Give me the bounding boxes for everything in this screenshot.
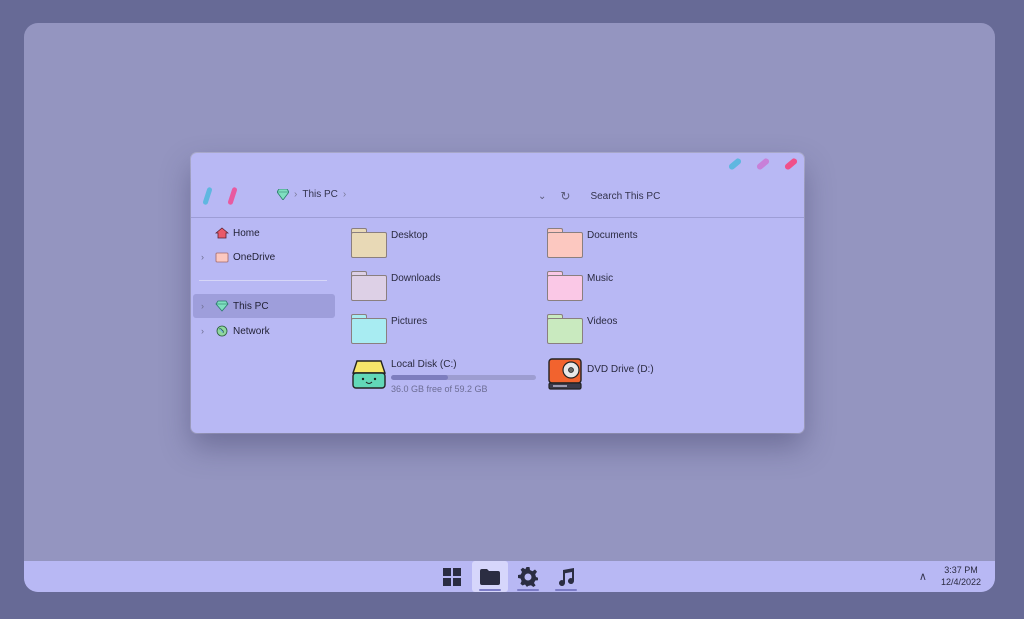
taskbar-settings[interactable] [510,561,546,592]
drive-free-space: 36.0 GB free of 59.2 GB [391,384,488,394]
folder-icon [351,314,387,344]
folder-label: Pictures [391,316,428,327]
dvd-drive-icon [548,358,582,390]
active-indicator [517,589,539,591]
start-button[interactable] [434,561,470,592]
drive-label: Local Disk (C:) [391,359,457,370]
show-hidden-icons-chevron-icon[interactable]: ∧ [919,570,927,583]
desktop: › This PC › ⌄ ↻ Search This PC Home › On… [24,23,995,592]
folder-desktop[interactable]: Desktop [351,228,428,258]
network-globe-icon [216,325,228,337]
back-button[interactable] [202,186,213,206]
folder-icon [547,314,583,344]
this-pc-gem-icon [277,189,289,200]
folder-label: Videos [587,316,618,327]
window-caption-buttons [727,157,799,171]
start-icon [443,567,461,586]
navigation-buttons [202,186,238,206]
expand-chevron-icon[interactable]: › [201,326,215,336]
sidebar-item-label: This PC [233,300,269,312]
clock[interactable]: 3:37 PM 12/4/2022 [941,564,981,588]
sidebar-item-home[interactable]: Home [193,221,335,245]
folder-icon [547,271,583,301]
content-pane: Desktop Documents Downloads Music Pictur… [337,219,804,433]
folder-label: Documents [587,230,638,241]
navigation-pane: Home › OneDrive › This PC › Network [191,219,337,433]
folder-label: Desktop [391,230,428,241]
clock-time: 3:37 PM [944,565,978,575]
drive-dvd-d[interactable]: DVD Drive (D:) [547,357,654,391]
toolbar-divider [191,217,804,218]
close-button[interactable] [783,157,799,171]
refresh-icon[interactable]: ↻ [560,189,570,203]
maximize-button[interactable] [755,157,771,171]
folder-pictures[interactable]: Pictures [351,314,427,344]
sidebar-item-onedrive[interactable]: › OneDrive [193,245,335,269]
drive-usage-fill [391,375,448,380]
active-indicator [555,589,577,591]
folder-documents[interactable]: Documents [547,228,638,258]
breadcrumb-chevron[interactable]: › [343,189,346,200]
expand-chevron-icon[interactable]: › [201,301,215,311]
this-pc-gem-icon [215,300,229,312]
taskbar: ∧ 3:37 PM 12/4/2022 [24,561,995,592]
history-dropdown-icon[interactable]: ⌄ [538,191,546,202]
onedrive-folder-icon [215,252,229,263]
clock-date: 12/4/2022 [940,577,981,587]
sidebar-item-label: OneDrive [233,251,276,263]
taskbar-apps [434,561,584,592]
folder-music[interactable]: Music [547,271,613,301]
sidebar-item-this-pc[interactable]: › This PC [193,294,335,318]
sidebar-divider [199,280,327,281]
search-input[interactable]: Search This PC [590,191,660,202]
folder-icon [351,271,387,301]
settings-gear-icon [518,566,538,587]
sidebar-item-label: Home [233,227,260,239]
folder-icon [547,228,583,258]
drive-usage-bar [391,375,536,380]
active-indicator [479,589,501,591]
system-tray: ∧ 3:37 PM 12/4/2022 [919,564,981,588]
sidebar-item-label: Network [233,325,270,337]
folder-downloads[interactable]: Downloads [351,271,440,301]
file-explorer-icon [480,568,500,585]
folder-videos[interactable]: Videos [547,314,617,344]
taskbar-music[interactable] [548,561,584,592]
address-bar[interactable]: › This PC › [277,189,346,200]
address-controls: ⌄ ↻ Search This PC [538,189,660,203]
music-note-icon [559,567,575,586]
folder-label: Downloads [391,273,441,284]
taskbar-file-explorer[interactable] [472,561,508,592]
folder-label: Music [587,273,614,284]
expand-chevron-icon[interactable]: › [201,252,215,262]
home-icon [215,227,229,239]
minimize-button[interactable] [727,157,743,171]
file-explorer-window: › This PC › ⌄ ↻ Search This PC Home › On… [191,153,804,433]
forward-button[interactable] [227,186,238,206]
sidebar-item-network[interactable]: › Network [193,319,335,343]
drive-local-disk-c[interactable]: Local Disk (C:) 36.0 GB free of 59.2 GB [351,357,536,394]
breadcrumb-this-pc[interactable]: This PC [302,189,338,200]
hard-drive-icon [352,360,386,389]
breadcrumb-separator: › [294,189,298,200]
folder-icon [351,228,387,258]
drive-label: DVD Drive (D:) [587,364,654,375]
